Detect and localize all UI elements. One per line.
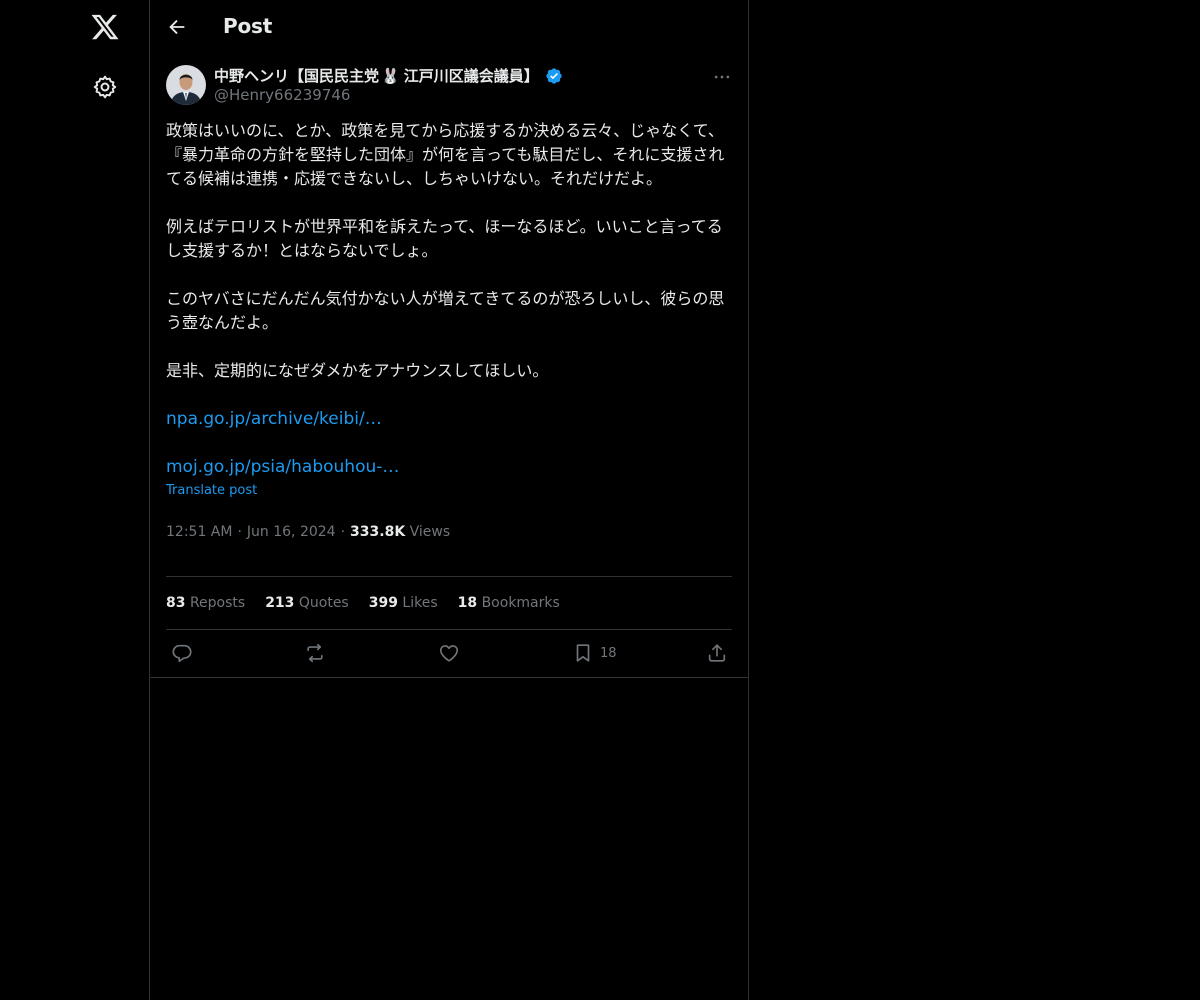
post-link-npa[interactable]: npa.go.jp/archive/keibi/… bbox=[166, 407, 732, 431]
repost-button[interactable] bbox=[304, 642, 326, 664]
post-time[interactable]: 12:51 AM bbox=[166, 524, 232, 540]
reply-icon bbox=[172, 644, 192, 663]
post-paragraph: 例えばテロリストが世界平和を訴えたって、ほーなるほど。いいこと言ってるし支援する… bbox=[166, 217, 723, 260]
reply-button[interactable] bbox=[171, 642, 193, 664]
author-handle[interactable]: @Henry66239746 bbox=[214, 86, 350, 104]
stat-quotes[interactable]: 213 Quotes bbox=[265, 595, 349, 611]
translate-post-link[interactable]: Translate post bbox=[166, 483, 732, 498]
back-arrow-icon[interactable] bbox=[166, 16, 188, 38]
share-button[interactable] bbox=[706, 642, 728, 664]
section-divider bbox=[150, 677, 748, 678]
left-nav bbox=[0, 0, 150, 1000]
bookmark-count: 18 bbox=[600, 645, 617, 661]
post-body: 政策はいいのに、とか、政策を見てから応援するか決める云々、じゃなくて、『暴力革命… bbox=[166, 119, 732, 479]
more-options-icon[interactable] bbox=[712, 67, 732, 87]
rabbit-emoji: 🐰 bbox=[381, 66, 400, 85]
page-title: Post bbox=[223, 14, 273, 38]
views-count: 333.8K bbox=[350, 524, 406, 540]
post-author-row: 中野ヘンリ【国民民主党 🐰 江戸川区議会議員】 @Henry66239746 bbox=[166, 65, 732, 111]
stat-reposts[interactable]: 83 Reposts bbox=[166, 595, 245, 611]
author-name[interactable]: 中野ヘンリ【国民民主党 🐰 江戸川区議会議員】 bbox=[214, 65, 563, 86]
bookmark-button[interactable]: 18 bbox=[572, 642, 617, 664]
x-logo-icon[interactable] bbox=[90, 12, 120, 42]
post-paragraph: 政策はいいのに、とか、政策を見てから応援するか決める云々、じゃなくて、『暴力革命… bbox=[166, 121, 725, 188]
stat-likes[interactable]: 399 Likes bbox=[369, 595, 438, 611]
author-name-text: 中野ヘンリ【国民民主党 bbox=[214, 67, 380, 85]
post-link-moj[interactable]: moj.go.jp/psia/habouhou-… bbox=[166, 455, 732, 479]
post-actions: 18 bbox=[166, 630, 732, 678]
post-stats: 83 Reposts 213 Quotes 399 Likes 18 Bookm… bbox=[166, 576, 732, 630]
like-button[interactable] bbox=[438, 642, 460, 664]
verified-badge-icon bbox=[545, 67, 563, 85]
share-icon bbox=[708, 644, 726, 662]
post-meta: 12:51 AM · Jun 16, 2024 · 333.8K Views bbox=[166, 524, 451, 540]
post-paragraph: このヤバさにだんだん気付かない人が増えてきてるのが恐ろしいし、彼らの思う壺なんだ… bbox=[166, 289, 725, 332]
post: 中野ヘンリ【国民民主党 🐰 江戸川区議会議員】 @Henry66239746 政… bbox=[166, 65, 732, 540]
author-avatar[interactable] bbox=[166, 65, 206, 105]
stat-bookmarks[interactable]: 18 Bookmarks bbox=[458, 595, 560, 611]
repost-icon bbox=[307, 643, 323, 663]
post-header: Post bbox=[150, 0, 748, 53]
app: Post 中野ヘンリ【国民民主党 🐰 江戸川区議会議員】 @Henry66239… bbox=[0, 0, 1200, 1000]
post-date[interactable]: Jun 16, 2024 bbox=[247, 524, 336, 540]
heart-icon bbox=[439, 645, 459, 662]
views-label: Views bbox=[409, 524, 451, 540]
post-paragraph: 是非、定期的になぜダメかをアナウンスしてほしい。 bbox=[166, 361, 549, 380]
settings-gear-icon[interactable] bbox=[92, 74, 118, 100]
post-column: Post 中野ヘンリ【国民民主党 🐰 江戸川区議会議員】 @Henry66239… bbox=[149, 0, 749, 1000]
bookmark-icon bbox=[576, 644, 590, 662]
author-name-suffix: 江戸川区議会議員】 bbox=[403, 67, 539, 85]
